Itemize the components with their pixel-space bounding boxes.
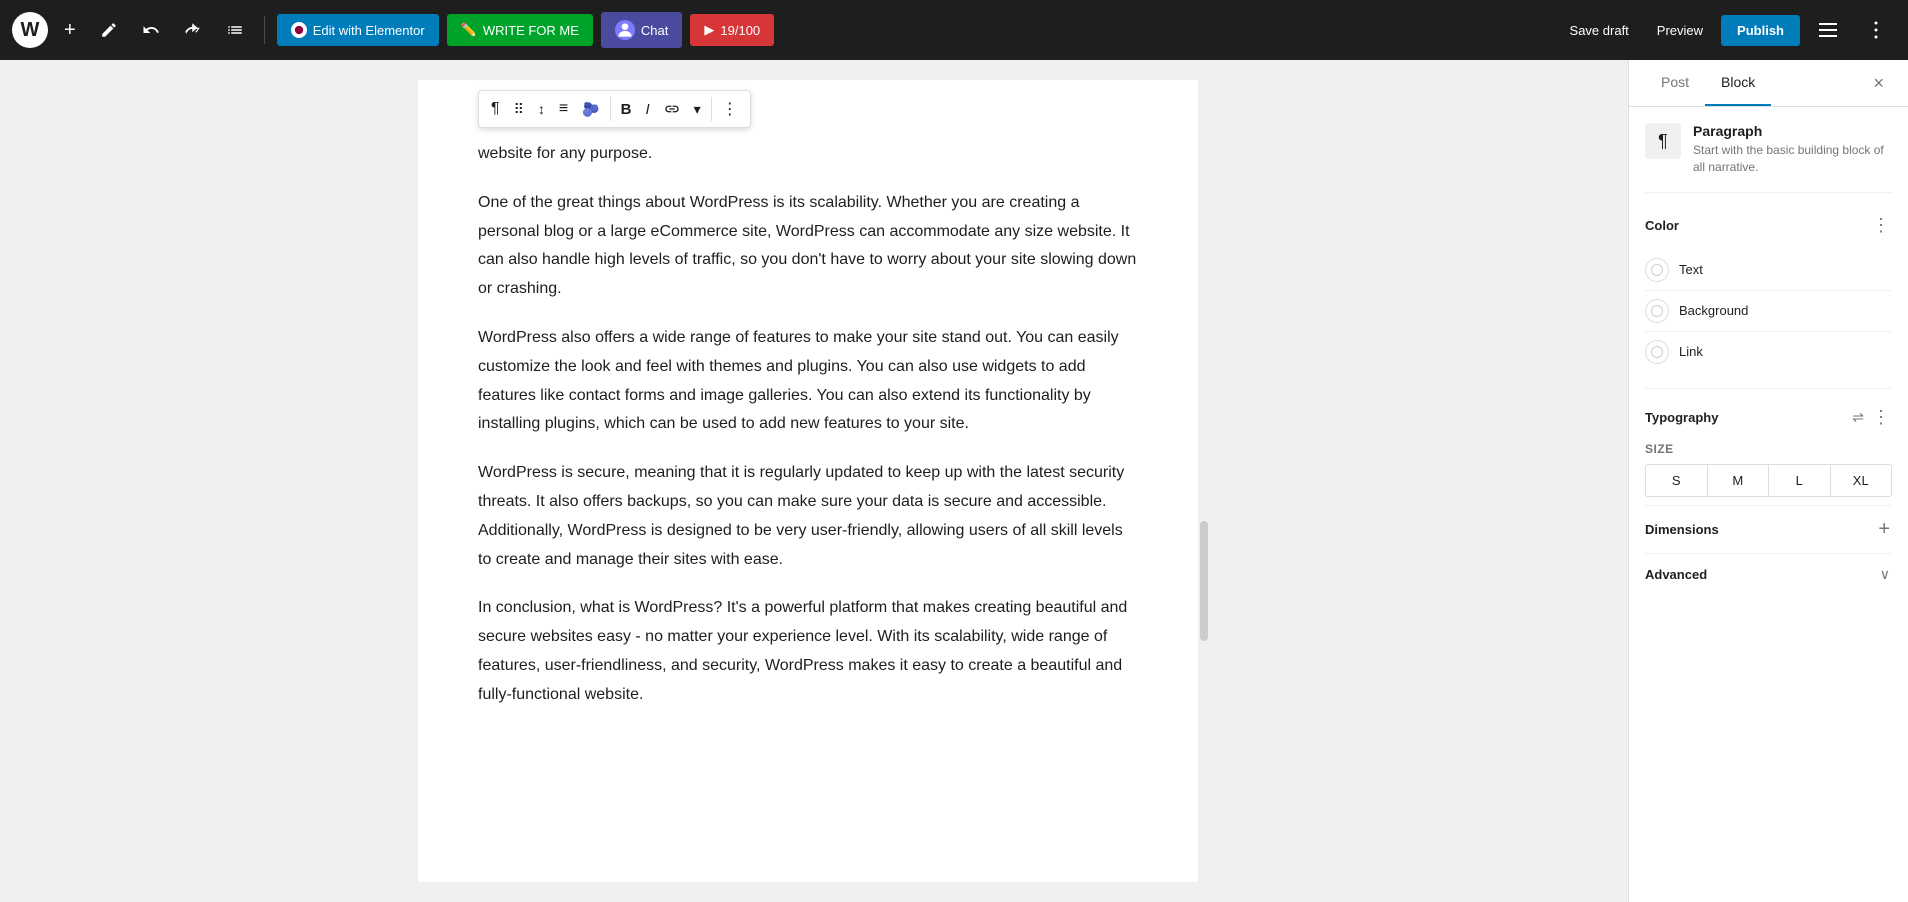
chat-avatar xyxy=(615,20,635,40)
sidebar-toggle-button[interactable] xyxy=(1808,12,1848,48)
edit-with-elementor-button[interactable]: Edit with Elementor xyxy=(277,14,439,46)
color-more-button[interactable]: ⋮ xyxy=(1870,213,1892,238)
drag-handle-button[interactable]: ⠿ xyxy=(508,97,530,122)
redo-button[interactable] xyxy=(176,15,210,45)
italic-button[interactable]: I xyxy=(639,97,655,122)
typography-section-header: Typography ⇌ ⋮ xyxy=(1645,405,1892,430)
text-color-option[interactable]: Text xyxy=(1645,250,1892,291)
list-view-icon xyxy=(226,21,244,39)
emoji-button[interactable]: 🫐 xyxy=(576,97,605,122)
typography-filter-button[interactable]: ⇌ xyxy=(1850,405,1866,430)
text-color-label: Text xyxy=(1679,262,1703,277)
save-draft-button[interactable]: Save draft xyxy=(1560,15,1639,46)
bold-button[interactable]: B xyxy=(615,97,638,122)
size-l-button[interactable]: L xyxy=(1769,465,1831,496)
paragraph-1[interactable]: One of the great things about WordPress … xyxy=(478,189,1138,304)
editor-scrollbar[interactable] xyxy=(1198,80,1210,882)
move-up-down-button[interactable]: ↕ xyxy=(532,97,551,121)
more-icon xyxy=(1864,18,1888,42)
toolbar-sep2 xyxy=(711,97,712,121)
editor-text-content[interactable]: website for any purpose. One of the grea… xyxy=(478,140,1138,710)
size-options: S M L XL xyxy=(1645,464,1892,497)
background-color-circle[interactable] xyxy=(1645,299,1669,323)
top-toolbar: W + Edit with Elementor ✏️ WRITE FOR ME … xyxy=(0,0,1908,60)
score-button[interactable]: ▶ 19/100 xyxy=(690,14,774,46)
toolbar-sep xyxy=(610,97,611,121)
paragraph-block-icon: ¶ xyxy=(1645,123,1681,159)
editor-area[interactable]: ¶ ⠿ ↕ ≡ 🫐 B I xyxy=(0,60,1628,902)
close-sidebar-button[interactable]: × xyxy=(1865,60,1892,106)
right-sidebar: Post Block × ¶ Paragraph Start with the … xyxy=(1628,60,1908,902)
link-button[interactable] xyxy=(658,97,686,121)
write-icon: ✏️ xyxy=(461,22,477,38)
text-color-circle[interactable] xyxy=(1645,258,1669,282)
paragraph-3[interactable]: WordPress is secure, meaning that it is … xyxy=(478,459,1138,574)
tab-block[interactable]: Block xyxy=(1705,60,1771,106)
block-toolbar: ¶ ⠿ ↕ ≡ 🫐 B I xyxy=(478,90,751,128)
advanced-section: Advanced ∨ xyxy=(1645,553,1892,595)
text-color-inner xyxy=(1651,264,1663,276)
block-type-info: Paragraph Start with the basic building … xyxy=(1693,123,1892,176)
settings-icon xyxy=(1816,18,1840,42)
editor-scroll-thumb[interactable] xyxy=(1200,521,1208,641)
add-block-button[interactable]: + xyxy=(56,13,84,48)
write-for-me-button[interactable]: ✏️ WRITE FOR ME xyxy=(447,14,593,46)
pen-tool-button[interactable] xyxy=(92,15,126,45)
paragraph-4[interactable]: In conclusion, what is WordPress? It's a… xyxy=(478,594,1138,709)
align-button[interactable]: ≡ xyxy=(553,96,574,122)
link-icon xyxy=(664,101,680,117)
redo-icon xyxy=(184,21,202,39)
size-label: SIZE xyxy=(1645,442,1892,456)
dimensions-title: Dimensions xyxy=(1645,522,1719,537)
undo-button[interactable] xyxy=(134,15,168,45)
color-section-title: Color xyxy=(1645,218,1679,233)
tab-post[interactable]: Post xyxy=(1645,60,1705,106)
typography-more-button[interactable]: ⋮ xyxy=(1870,405,1892,430)
advanced-title: Advanced xyxy=(1645,567,1707,582)
dimensions-add-button[interactable]: + xyxy=(1876,516,1892,543)
score-icon: ▶ xyxy=(704,22,714,38)
link-color-label: Link xyxy=(1679,344,1703,359)
divider-1 xyxy=(1645,388,1892,389)
pen-icon xyxy=(100,21,118,39)
wp-logo: W xyxy=(12,12,48,48)
background-color-label: Background xyxy=(1679,303,1748,318)
typography-section: Typography ⇌ ⋮ SIZE S M L XL xyxy=(1645,405,1892,497)
publish-button[interactable]: Publish xyxy=(1721,15,1800,46)
list-view-button[interactable] xyxy=(218,15,252,45)
background-color-option[interactable]: Background xyxy=(1645,291,1892,332)
sidebar-tabs: Post Block × xyxy=(1629,60,1908,107)
link-color-inner xyxy=(1651,346,1663,358)
elementor-icon xyxy=(291,22,307,38)
more-options-button[interactable] xyxy=(1856,12,1896,48)
block-type-description: Start with the basic building block of a… xyxy=(1693,142,1892,176)
color-section: Color ⋮ Text Background xyxy=(1645,213,1892,372)
more-options-dropdown[interactable]: ▾ xyxy=(688,97,707,122)
size-m-button[interactable]: M xyxy=(1708,465,1770,496)
background-color-inner xyxy=(1651,305,1663,317)
advanced-collapse-button[interactable]: ∨ xyxy=(1878,564,1892,585)
paragraph-type-button[interactable]: ¶ xyxy=(485,96,506,122)
block-type-title: Paragraph xyxy=(1693,123,1892,139)
link-color-circle[interactable] xyxy=(1645,340,1669,364)
undo-icon xyxy=(142,21,160,39)
block-options-button[interactable]: ⋮ xyxy=(716,95,744,123)
sidebar-body: ¶ Paragraph Start with the basic buildin… xyxy=(1629,107,1908,902)
size-xl-button[interactable]: XL xyxy=(1831,465,1892,496)
preview-button[interactable]: Preview xyxy=(1647,15,1713,46)
paragraph-2[interactable]: WordPress also offers a wide range of fe… xyxy=(478,324,1138,439)
size-s-button[interactable]: S xyxy=(1646,465,1708,496)
chat-button[interactable]: Chat xyxy=(601,12,682,48)
typography-controls: ⇌ ⋮ xyxy=(1850,405,1892,430)
typography-section-title: Typography xyxy=(1645,410,1718,425)
link-color-option[interactable]: Link xyxy=(1645,332,1892,372)
block-type-section: ¶ Paragraph Start with the basic buildin… xyxy=(1645,123,1892,193)
main-area: ¶ ⠿ ↕ ≡ 🫐 B I xyxy=(0,60,1908,902)
color-section-header: Color ⋮ xyxy=(1645,213,1892,238)
editor-content: ¶ ⠿ ↕ ≡ 🫐 B I xyxy=(418,80,1198,882)
dimensions-section: Dimensions + xyxy=(1645,505,1892,553)
content-top-line: website for any purpose. xyxy=(478,140,1138,169)
toolbar-separator xyxy=(264,16,265,44)
